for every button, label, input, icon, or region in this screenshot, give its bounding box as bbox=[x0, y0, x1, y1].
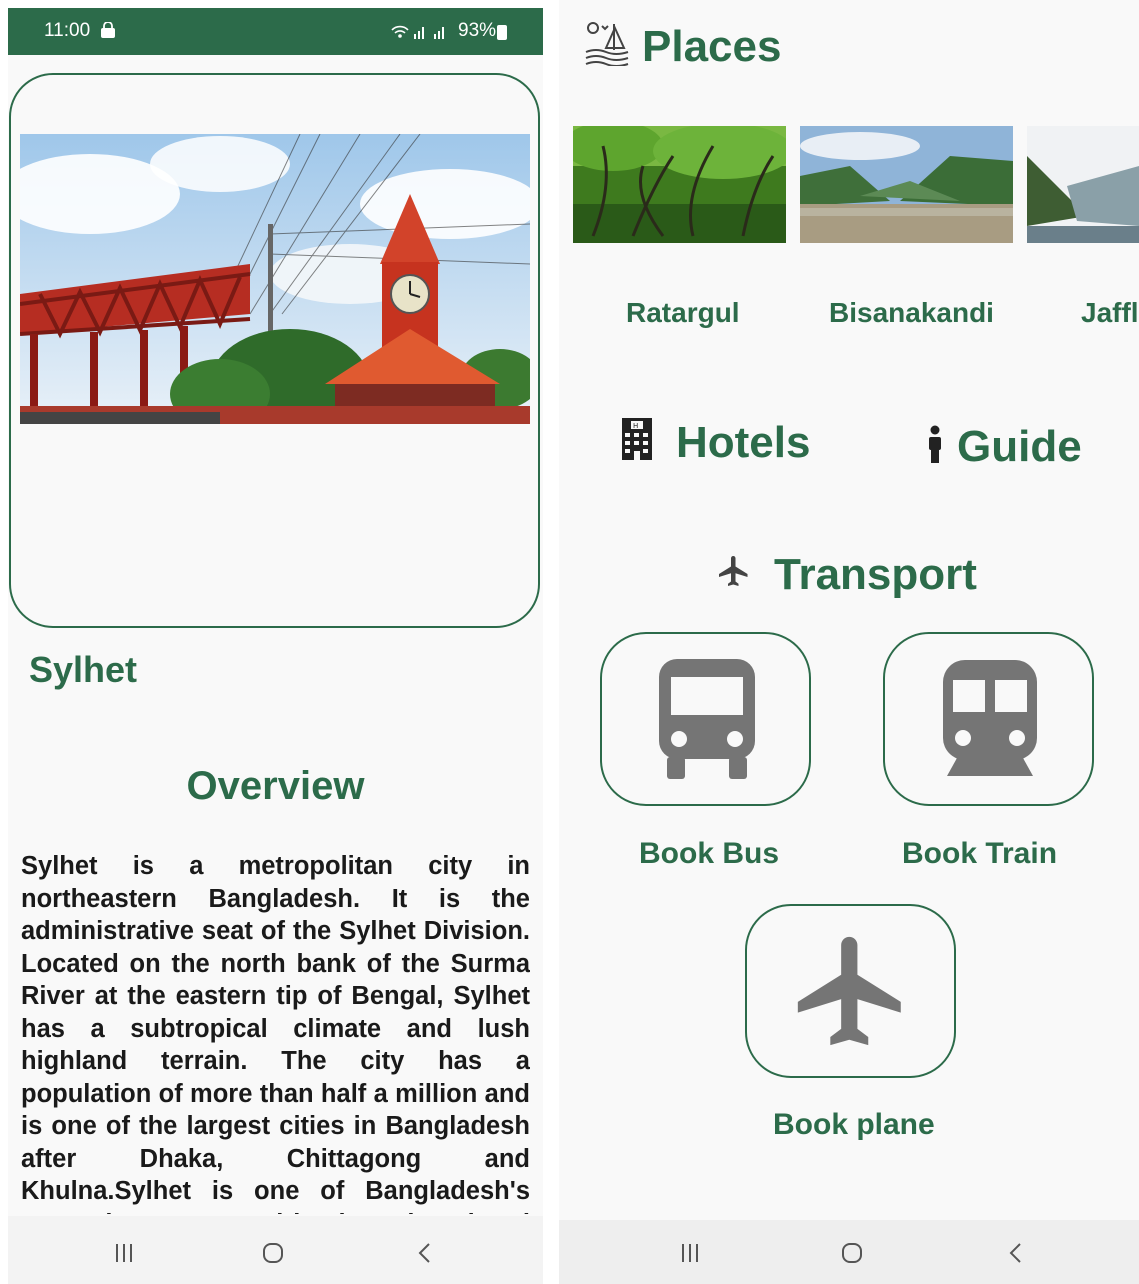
overview-text[interactable]: Sylhet is a metropolitan city in northea… bbox=[21, 850, 530, 1214]
place-label-bisanakandi[interactable]: Bisanakandi bbox=[829, 297, 994, 329]
overview-title: Overview bbox=[186, 764, 365, 808]
guide-person-icon bbox=[927, 425, 943, 468]
book-train-button[interactable] bbox=[883, 632, 1094, 806]
book-bus-button[interactable] bbox=[600, 632, 811, 806]
city-photo bbox=[20, 134, 530, 424]
book-train-label[interactable]: Book Train bbox=[902, 837, 1057, 871]
hotel-icon: H bbox=[622, 418, 652, 465]
navigation-bar bbox=[559, 1220, 1139, 1284]
status-time: 11:00 bbox=[44, 20, 91, 41]
place-label-jaffl[interactable]: Jaffl bbox=[1081, 297, 1139, 329]
detail-screen: 11:00 93% Sylhet Overview Sylhet is a me… bbox=[8, 8, 543, 1284]
navigation-bar bbox=[8, 1216, 543, 1284]
hotels-section[interactable]: Hotels bbox=[676, 418, 810, 468]
recent-apps-button[interactable] bbox=[679, 1242, 701, 1269]
back-button[interactable] bbox=[414, 1242, 436, 1269]
shopping-bag-icon bbox=[100, 21, 116, 44]
place-label-ratargul[interactable]: Ratargul bbox=[626, 297, 740, 329]
signal-icon bbox=[390, 22, 452, 45]
status-bar: 11:00 93% bbox=[8, 8, 543, 55]
bus-icon bbox=[657, 657, 757, 786]
back-button[interactable] bbox=[1005, 1242, 1027, 1269]
explore-screen: Places Ratargul Bisanakandi Jaffl H Hote… bbox=[559, 0, 1139, 1284]
city-name: Sylhet bbox=[29, 649, 138, 690]
battery-level: 93% bbox=[458, 20, 497, 41]
book-plane-label[interactable]: Book plane bbox=[773, 1108, 935, 1142]
book-bus-label[interactable]: Book Bus bbox=[639, 837, 779, 871]
beach-icon bbox=[584, 20, 630, 71]
airplane-small-icon bbox=[716, 553, 752, 594]
place-thumb-ratargul[interactable] bbox=[573, 126, 786, 243]
book-plane-button[interactable] bbox=[745, 904, 956, 1078]
train-icon bbox=[941, 658, 1039, 785]
recent-apps-button[interactable] bbox=[113, 1242, 135, 1269]
guide-section[interactable]: Guide bbox=[957, 422, 1082, 472]
transport-section: Transport bbox=[774, 550, 977, 599]
svg-text:H: H bbox=[633, 422, 638, 430]
home-button[interactable] bbox=[262, 1242, 284, 1269]
place-thumb-jaffl[interactable] bbox=[1027, 126, 1139, 243]
place-thumb-bisanakandi[interactable] bbox=[800, 126, 1013, 243]
battery-icon bbox=[497, 25, 507, 40]
home-button[interactable] bbox=[841, 1242, 863, 1269]
places-title: Places bbox=[642, 22, 782, 71]
airplane-icon bbox=[787, 926, 917, 1061]
